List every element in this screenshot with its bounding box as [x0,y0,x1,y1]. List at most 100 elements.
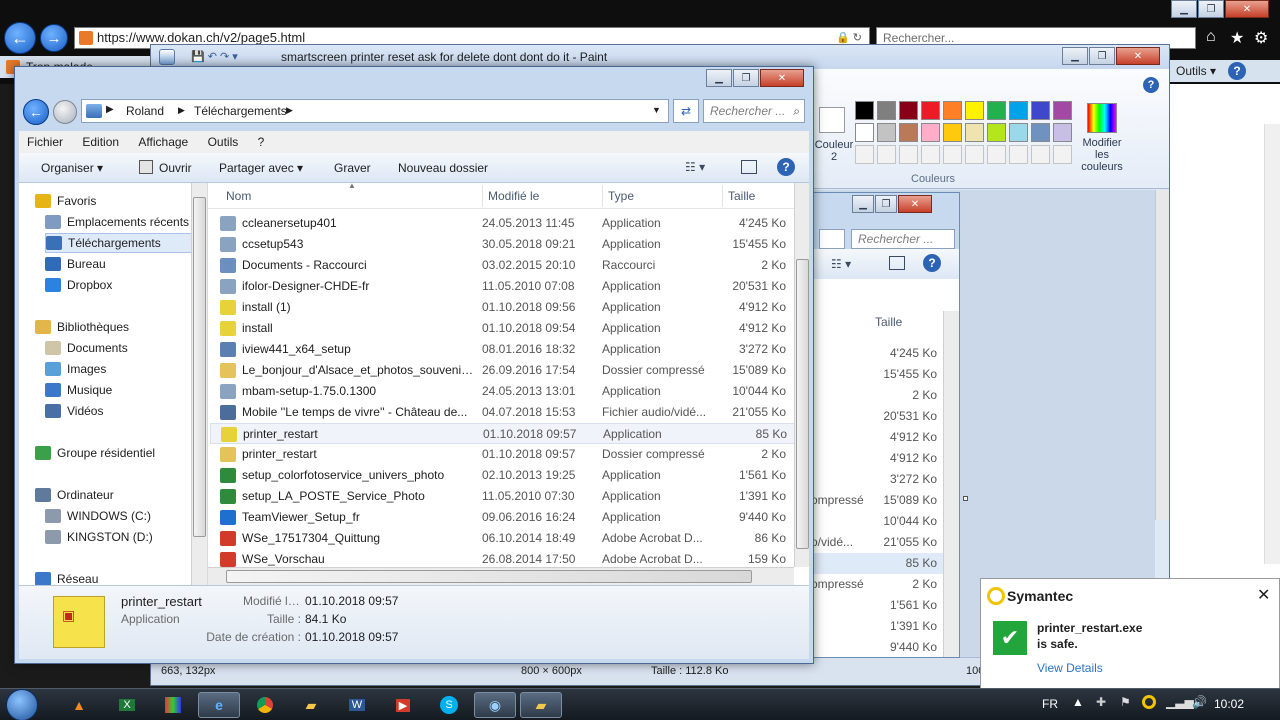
palette-swatch[interactable] [855,101,874,120]
file-list-vscroll-thumb[interactable] [796,259,809,549]
palette-swatch[interactable] [855,123,874,142]
nav-item-network[interactable]: Réseau [35,569,197,585]
tray-volume-icon[interactable]: 🔊 [1192,695,1207,709]
bg-file-row[interactable]: 15'455 Ko [807,364,943,385]
file-row[interactable]: mbam-setup-1.75.0.1300 24.05.2013 13:01 Ap… [210,381,796,402]
nav-item-downloads[interactable]: Téléchargements [45,233,197,253]
bg-minimize-button[interactable]: ▁ [852,195,874,213]
bg-file-row[interactable]: 20'531 Ko [807,406,943,427]
tools-menu[interactable]: Outils ▾ [1176,64,1216,78]
bg-file-row[interactable]: 85 Ko [807,553,943,574]
palette-swatch[interactable] [877,101,896,120]
view-details-link[interactable]: View Details [1037,661,1103,675]
bg-file-row[interactable]: ompressé 15'089 Ko [807,490,943,511]
view-options-icon[interactable]: ☷ ▾ [685,160,705,174]
column-type[interactable]: Type [608,189,634,203]
palette-swatch[interactable] [943,101,962,120]
tray-expand-icon[interactable]: ▲ [1072,695,1084,709]
color2-swatch[interactable] [819,107,845,133]
bg-file-row[interactable]: 4'245 Ko [807,343,943,364]
bg-scrollbar[interactable] [943,311,959,657]
palette-empty-swatch[interactable] [877,145,896,164]
menu-edition[interactable]: Edition [74,131,127,153]
palette-swatch[interactable] [1053,123,1072,142]
palette-swatch[interactable] [1053,101,1072,120]
file-row[interactable]: TeamViewer_Setup_fr 09.06.2016 16:24 Appli… [210,507,796,528]
bg-file-row[interactable]: 4'912 Ko [807,448,943,469]
explorer-refresh-icon[interactable]: ⇄ [673,99,699,123]
file-row[interactable]: setup_colorfotoservice_univers_photo 02.1… [210,465,796,486]
taskbar-chrome-icon[interactable] [244,692,286,718]
tray-symantec-icon[interactable] [1142,695,1156,709]
back-arrow-icon[interactable]: ← [4,22,36,54]
explorer-help-icon[interactable]: ? [777,158,795,176]
palette-empty-swatch[interactable] [899,145,918,164]
nav-item-recent[interactable]: Emplacements récents [45,212,197,232]
open-button[interactable]: Ouvrir [159,161,192,175]
paint-app-icon[interactable] [159,49,175,65]
preview-pane-icon[interactable] [741,160,757,174]
canvas-resize-handle[interactable] [963,496,968,501]
taskbar-skype-icon[interactable]: S [428,692,470,718]
file-list-hscroll-thumb[interactable] [226,570,752,583]
file-row[interactable]: install (1) 01.10.2018 09:56 Application 4'… [210,297,796,318]
bg-maximize-button[interactable]: ❐ [875,195,897,213]
bg-file-row[interactable]: 10'044 Ko [807,511,943,532]
file-list-hscrollbar[interactable] [208,567,794,585]
bg-file-row[interactable]: 3'272 Ko [807,469,943,490]
taskbar-ie-icon[interactable]: e [198,692,240,718]
palette-empty-swatch[interactable] [921,145,940,164]
menu-fichier[interactable]: Fichier [19,131,71,153]
bg-file-row[interactable]: 1'391 Ko [807,616,943,637]
palette-empty-swatch[interactable] [1053,145,1072,164]
paint-close-button[interactable]: ✕ [1116,47,1160,65]
organize-button[interactable]: Organiser ▾ [41,161,103,175]
start-button-icon[interactable] [6,689,38,720]
nav-item-drive[interactable]: WINDOWS (C:) [45,506,197,526]
file-list-vscrollbar[interactable] [794,183,809,567]
file-row[interactable]: Le_bonjour_d'Alsace_et_photos_souvenir..… [210,360,796,381]
nav-item-usb-drive[interactable]: KINGSTON (D:) [45,527,197,547]
bg-close-button[interactable]: ✕ [898,195,932,213]
palette-swatch[interactable] [965,123,984,142]
palette-swatch[interactable] [1009,123,1028,142]
search-icon[interactable]: ⌕ [793,100,800,122]
close-button[interactable]: ✕ [1225,0,1269,18]
palette-swatch[interactable] [1031,101,1050,120]
taskbar-photo-app-icon[interactable] [152,692,194,718]
notification-close-icon[interactable]: ✕ [1257,585,1270,605]
file-row[interactable]: WSe_17517304_Quittung 06.10.2014 18:49 Ado… [210,528,796,549]
tray-flag-icon[interactable]: ⚑ [1120,695,1131,709]
bg-refresh-icon[interactable] [819,229,845,249]
bg-file-row[interactable]: 2 Ko [807,385,943,406]
taskbar-folder-app-icon[interactable]: ▰ [290,692,332,718]
palette-swatch[interactable] [943,123,962,142]
explorer-address-bar[interactable]: ▶ Roland ▶ Téléchargements ▶ ▼ [81,99,669,123]
nav-item-dropbox[interactable]: Dropbox [45,275,197,295]
palette-empty-swatch[interactable] [1009,145,1028,164]
file-row[interactable]: iview441_x64_setup 08.01.2016 18:32 Applic… [210,339,796,360]
palette-swatch[interactable] [987,123,1006,142]
palette-swatch[interactable] [987,101,1006,120]
palette-swatch[interactable] [899,123,918,142]
menu-affichage[interactable]: Affichage [130,131,196,153]
help-icon[interactable]: ? [1228,62,1246,80]
breadcrumb-arrow-icon[interactable]: ▶ [106,104,114,115]
file-row[interactable]: Mobile ''Le temps de vivre'' - Château d… [210,402,796,423]
bg-file-row[interactable]: 1'561 Ko [807,595,943,616]
home-icon[interactable]: ⌂ [1206,28,1216,46]
minimize-button[interactable]: ▁ [1171,0,1197,18]
column-modified[interactable]: Modifié le [488,189,539,203]
explorer-search-input[interactable]: Rechercher ... ⌕ [703,99,805,123]
nav-item-images[interactable]: Images [45,359,197,379]
column-name[interactable]: Nom [226,189,251,203]
maximize-button[interactable]: ❐ [1198,0,1224,18]
clock[interactable]: 10:02 [1214,697,1244,711]
file-row[interactable]: setup_LA_POSTE_Service_Photo 11.05.2010 0… [210,486,796,507]
file-row[interactable]: install 01.10.2018 09:54 Application 4'912 … [210,318,796,339]
breadcrumb-roland[interactable]: Roland [126,104,164,118]
taskbar-paint-icon[interactable]: ◉ [474,692,516,718]
explorer-back-icon[interactable]: ← [23,99,49,125]
file-row[interactable]: ccsetup543 30.05.2018 09:21 Application 15'… [210,234,796,255]
bg-file-row[interactable]: o/vidé... 21'055 Ko [807,532,943,553]
